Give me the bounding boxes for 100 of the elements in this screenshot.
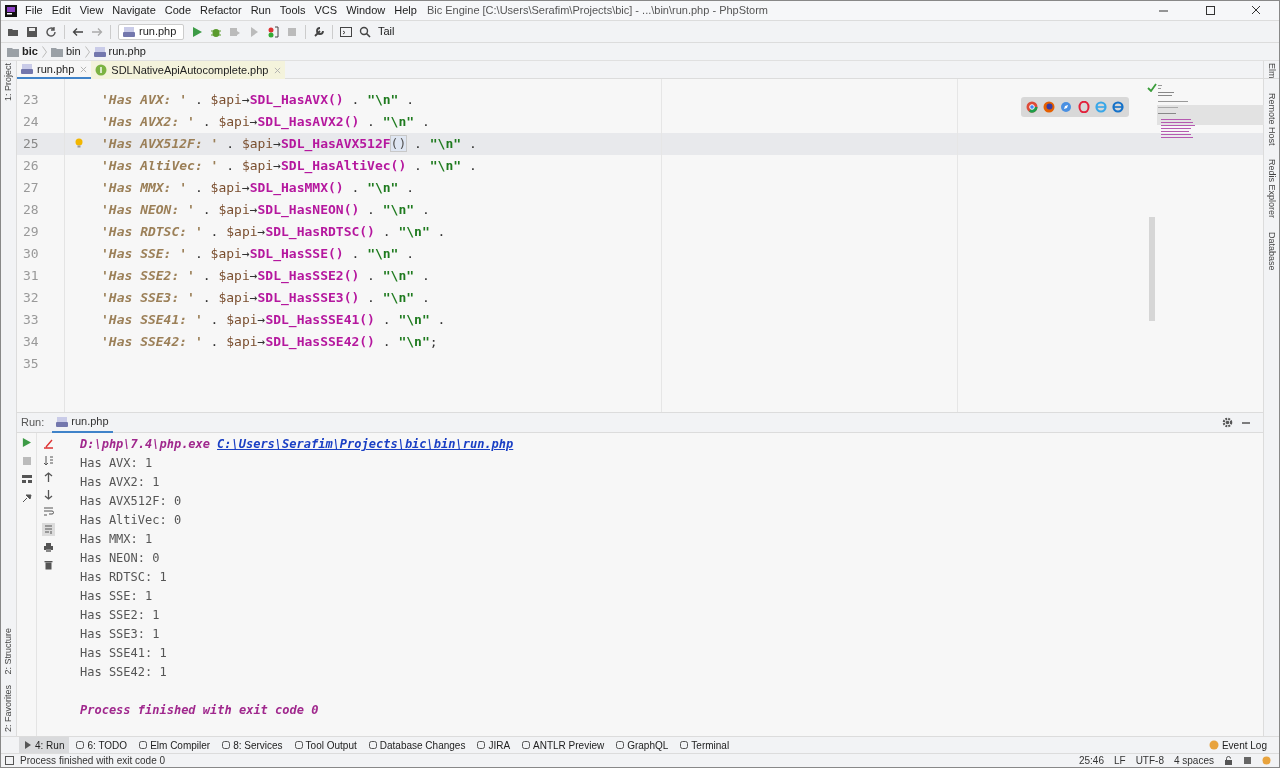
run-configuration-dropdown[interactable]: run.php	[118, 23, 184, 40]
tool-window-button[interactable]: 6: TODO	[71, 737, 133, 753]
output-line: Has RDTSC: 1	[80, 569, 168, 586]
tool-window-button[interactable]: Database Changes	[363, 737, 471, 753]
chevron-icon	[84, 45, 90, 58]
stop-icon	[286, 25, 298, 38]
menu-item[interactable]: View	[79, 2, 104, 19]
code-line: 'Has NEON: ' . $api→SDL_HasNEON() . "\n" .	[101, 202, 430, 217]
browser-icon[interactable]	[1112, 101, 1125, 113]
code-line: 'Has SSE42: ' . $api→SDL_HasSSE42() . "\n";	[101, 334, 438, 349]
breadcrumb-item[interactable]: run.php	[108, 43, 146, 60]
line-number: 28	[22, 201, 40, 219]
code-line: 'Has SSE3: ' . $api→SDL_HasSSE3() . "\n" .	[101, 290, 430, 305]
menu-item[interactable]: File	[25, 2, 43, 19]
menu-item[interactable]: Help	[394, 2, 417, 19]
caret-position[interactable]: 25:46	[1078, 753, 1104, 768]
php-file-icon	[21, 63, 33, 75]
pin-icon[interactable]	[21, 493, 32, 503]
event-log-button[interactable]: Event Log	[1204, 737, 1271, 753]
compass-icon[interactable]	[1060, 101, 1073, 113]
wrap-icon[interactable]	[42, 506, 54, 517]
tail-label[interactable]: Tail	[378, 23, 395, 40]
run-panel-label: Run:	[21, 415, 45, 431]
interface-icon	[95, 64, 108, 76]
window-title: Bic Engine [C:\Users\Serafim\Projects\bic] - ...\bin\run.php - PhpStorm	[426, 3, 769, 19]
lock-icon[interactable]	[1224, 756, 1233, 765]
sort-icon[interactable]	[42, 455, 54, 466]
exit-message: Process finished with exit code 0	[80, 702, 320, 719]
print-icon[interactable]	[42, 542, 54, 553]
php-file-icon	[93, 45, 106, 58]
tool-window-label[interactable]: 1: Project	[1, 63, 16, 102]
menu-item[interactable]: Code	[164, 2, 192, 19]
tool-window-label[interactable]: Remote Host	[1264, 92, 1279, 146]
tool-window-button[interactable]: Terminal	[675, 737, 735, 753]
save-icon[interactable]	[26, 25, 38, 38]
menu-item[interactable]: Run	[250, 2, 271, 19]
scrollbar-thumb[interactable]	[1149, 217, 1155, 321]
checkmark-icon	[1147, 83, 1157, 92]
output-line: Has NEON: 0	[80, 550, 161, 567]
browser-icon[interactable]	[1025, 101, 1038, 113]
terminal-icon[interactable]	[340, 25, 352, 38]
tool-window-label[interactable]: 2: Structure	[1, 628, 16, 675]
menu-item[interactable]: Window	[346, 2, 386, 19]
tool-window-label[interactable]: Redis Explorer	[1264, 159, 1279, 219]
panel-toggle-icon[interactable]	[5, 756, 14, 765]
settings-icon[interactable]	[1222, 417, 1233, 428]
line-number: 31	[22, 267, 40, 285]
tool-window-button[interactable]: 8: Services	[217, 737, 288, 753]
output-line: Has SSE2: 1	[80, 607, 161, 624]
line-number: 26	[22, 157, 40, 175]
sync-icon[interactable]	[45, 25, 57, 38]
tool-window-label[interactable]: 2: Favorites	[1, 684, 16, 732]
stop-icon	[22, 457, 31, 465]
status-message: Process finished with exit code 0	[20, 754, 166, 768]
menu-item[interactable]: Navigate	[112, 2, 156, 19]
tool-window-button[interactable]: Tool Output	[289, 737, 362, 753]
line-number: 29	[22, 223, 40, 241]
breadcrumb-item[interactable]: bin	[65, 43, 81, 60]
tool-window-button[interactable]: ANTLR Preview	[517, 737, 610, 753]
breadcrumb-item[interactable]: bic	[22, 43, 38, 60]
trash-icon[interactable]	[42, 559, 54, 570]
editor-tab[interactable]: run.php	[17, 61, 92, 79]
menu-item[interactable]: Tools	[279, 2, 306, 19]
browser-icon[interactable]	[1077, 101, 1090, 113]
browser-icon[interactable]	[1043, 101, 1055, 113]
up-arrow-icon[interactable]	[42, 472, 54, 483]
code-line: 'Has SSE41: ' . $api→SDL_HasSSE41() . "\n" .	[101, 312, 446, 327]
file-encoding[interactable]: UTF-8	[1135, 753, 1164, 768]
rerun-icon[interactable]	[22, 438, 31, 447]
menu-item[interactable]: Refactor	[200, 2, 242, 19]
search-icon[interactable]	[359, 25, 371, 38]
file-link[interactable]: C:\Users\Serafim\Projects\bic\bin\run.php	[217, 435, 514, 454]
line-number: 34	[22, 333, 40, 351]
php-file-icon	[56, 415, 69, 428]
wrench-icon[interactable]	[313, 25, 325, 38]
app-logo-icon	[5, 4, 17, 17]
tool-window-button[interactable]: GraphQL	[611, 737, 674, 753]
attach-icon[interactable]	[267, 25, 279, 38]
output-line: Has AVX: 1	[80, 455, 154, 472]
line-number: 25	[17, 133, 64, 155]
code-line: 'Has SSE: ' . $api→SDL_HasSSE() . "\n" .	[101, 246, 415, 261]
tool-window-label[interactable]: Database	[1264, 232, 1279, 271]
tool-window-button[interactable]: Elm Compiler	[134, 737, 216, 753]
editor-tab[interactable]: SDLNativeApiAutocomplete.php	[91, 61, 286, 79]
line-number: 32	[22, 289, 40, 307]
menu-item[interactable]: VCS	[314, 2, 338, 19]
command-text: D:\php\7.4\php.exe	[80, 436, 211, 453]
run-icon[interactable]	[191, 25, 203, 38]
line-separator[interactable]: LF	[1113, 753, 1126, 768]
scroll-end-icon[interactable]	[41, 523, 55, 536]
tool-window-button[interactable]: JIRA	[472, 737, 516, 753]
layout-icon[interactable]	[21, 475, 32, 483]
down-arrow-icon[interactable]	[42, 489, 54, 500]
tool-window-button[interactable]: 4: Run	[19, 737, 70, 753]
tool-window-label[interactable]: Elm	[1264, 63, 1279, 79]
menu-item[interactable]: Edit	[51, 2, 71, 19]
output-line: Has MMX: 1	[80, 531, 154, 548]
clear-icon[interactable]	[42, 438, 54, 449]
back-icon[interactable]	[72, 25, 84, 38]
indent-setting[interactable]: 4 spaces	[1173, 753, 1214, 768]
